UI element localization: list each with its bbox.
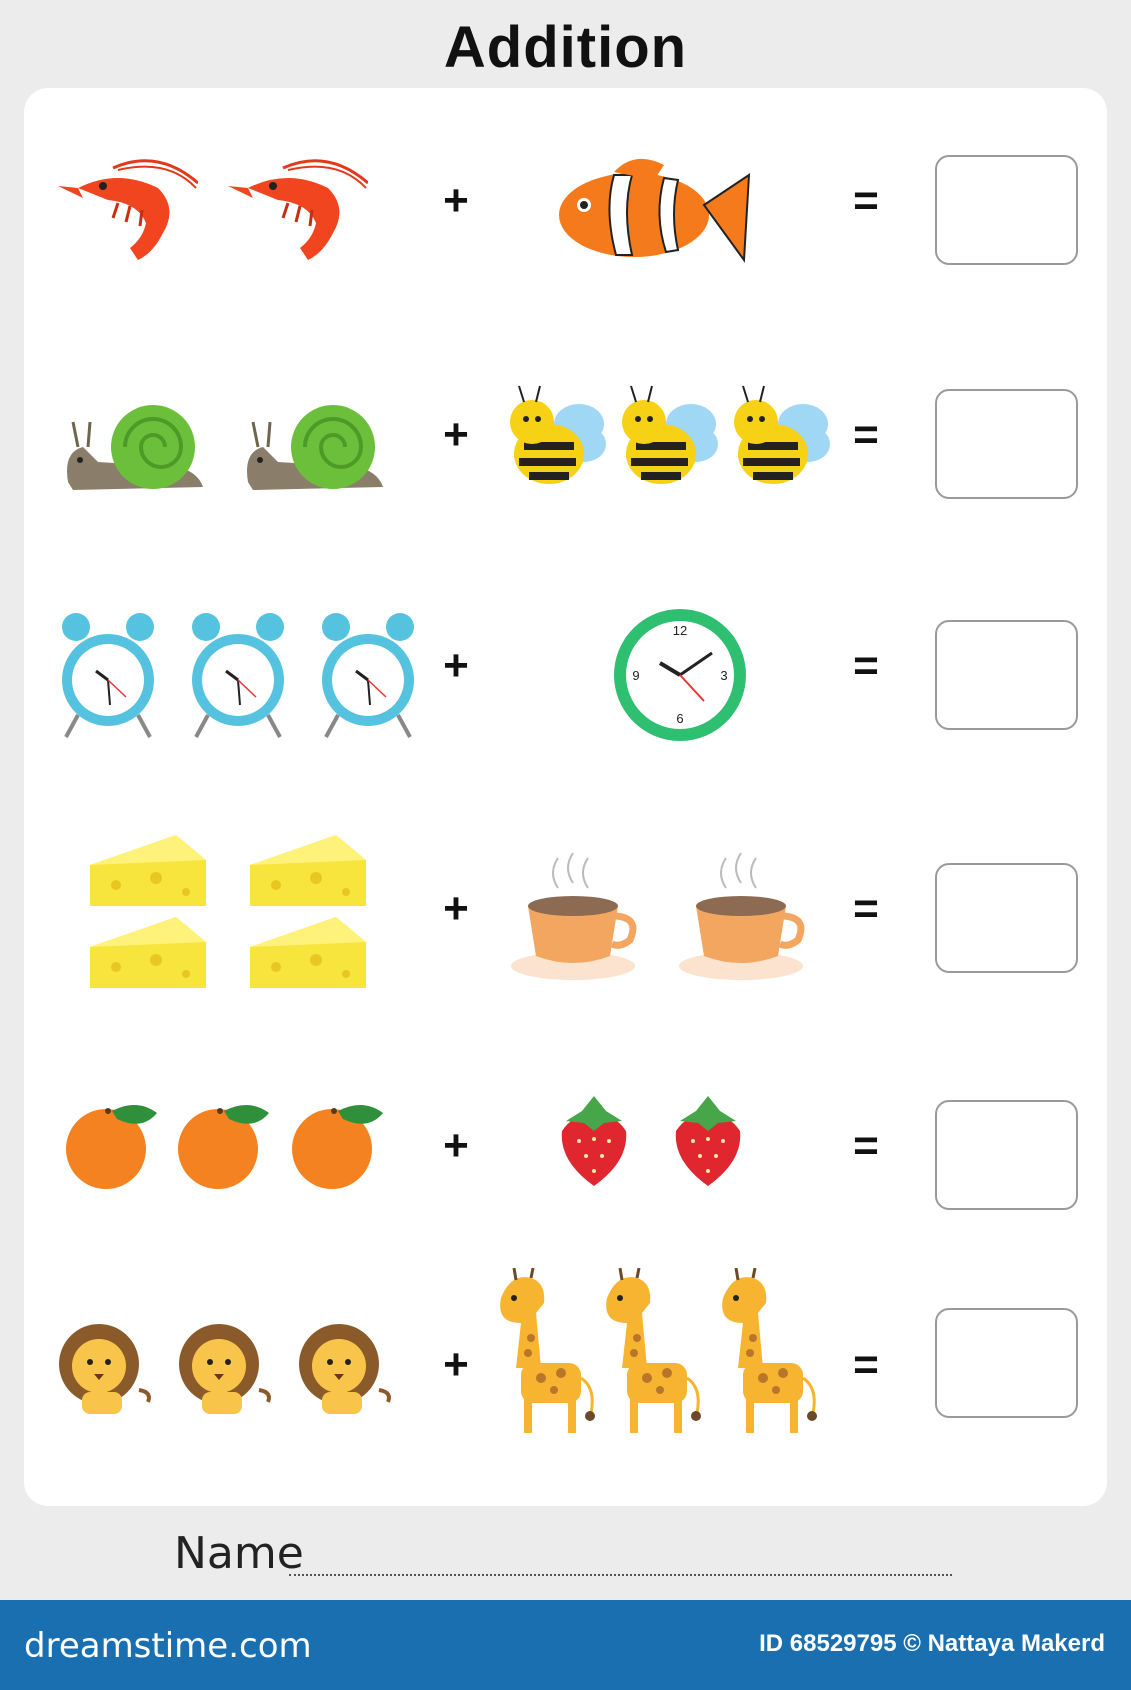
lion-icon [299, 1324, 391, 1414]
equals-sign: = [853, 176, 879, 225]
plus-sign: + [443, 176, 469, 225]
giraffe-icon [606, 1268, 701, 1433]
coffee-cup-icon [679, 852, 805, 980]
snail-icon [247, 405, 383, 490]
equals-sign: = [853, 410, 879, 459]
answer-box[interactable] [935, 1100, 1078, 1210]
lion-icon [179, 1324, 271, 1414]
orange-icon [66, 1104, 157, 1189]
footer-bar: dreamstime.com ID 68529795 © Nattaya Mak… [0, 1600, 1131, 1690]
equals-sign: = [853, 1121, 879, 1170]
equals-sign: = [853, 1340, 879, 1389]
bee-icon [510, 385, 606, 484]
answer-box[interactable] [935, 863, 1078, 973]
bee-icon [734, 385, 830, 484]
cheese-icon [250, 835, 366, 906]
giraffe-icon [500, 1268, 595, 1433]
problem-row-4: + = [24, 828, 1107, 998]
answer-box[interactable] [935, 389, 1078, 499]
plus-sign: + [443, 884, 469, 933]
shrimp-icon [58, 159, 198, 260]
alarm-clock-icon [322, 613, 414, 738]
brand-logo: dreamstime.com [24, 1626, 312, 1666]
name-label: Name [174, 1528, 304, 1579]
answer-box[interactable] [935, 155, 1078, 265]
problem-row-6: + = [24, 1268, 1107, 1438]
clock-number-12: 12 [673, 623, 687, 638]
problem-row-5: + = [24, 1073, 1107, 1243]
coffee-cup-icon [511, 852, 637, 980]
giraffe-icon [722, 1268, 817, 1433]
problem-row-1: + = [24, 128, 1107, 298]
alarm-clock-icon [62, 613, 154, 738]
lion-icon [59, 1324, 151, 1414]
strawberry-icon [561, 1096, 627, 1186]
problem-row-3: + 12 3 6 9 = [24, 593, 1107, 763]
image-credit: ID 68529795 © Nattaya Makerd [759, 1630, 1105, 1657]
clock-number-6: 6 [676, 711, 683, 726]
snail-icon [67, 405, 203, 490]
plus-sign: + [443, 1121, 469, 1170]
plus-sign: + [443, 410, 469, 459]
equals-sign: = [853, 884, 879, 933]
clownfish-icon [559, 158, 751, 263]
page-title: Addition [443, 15, 688, 80]
alarm-clock-icon [192, 613, 284, 738]
name-line[interactable] [289, 1574, 952, 1576]
equals-sign: = [853, 641, 879, 690]
cheese-icon [250, 917, 366, 988]
bee-icon [622, 385, 718, 484]
name-field: Name [174, 1528, 954, 1598]
wall-clock-icon: 12 3 6 9 [614, 609, 746, 741]
worksheet-card: + = + = + 12 3 6 9 = + = + = + = [24, 88, 1107, 1506]
problem-row-2: + = [24, 362, 1107, 532]
strawberry-icon [675, 1096, 741, 1186]
answer-box[interactable] [935, 620, 1078, 730]
plus-sign: + [443, 1340, 469, 1389]
clock-number-3: 3 [720, 668, 727, 683]
cheese-icon [90, 835, 206, 906]
clock-number-9: 9 [632, 668, 639, 683]
shrimp-icon [228, 159, 368, 260]
orange-icon [178, 1104, 269, 1189]
cheese-icon [90, 917, 206, 988]
orange-icon [292, 1104, 383, 1189]
answer-box[interactable] [935, 1308, 1078, 1418]
plus-sign: + [443, 641, 469, 690]
